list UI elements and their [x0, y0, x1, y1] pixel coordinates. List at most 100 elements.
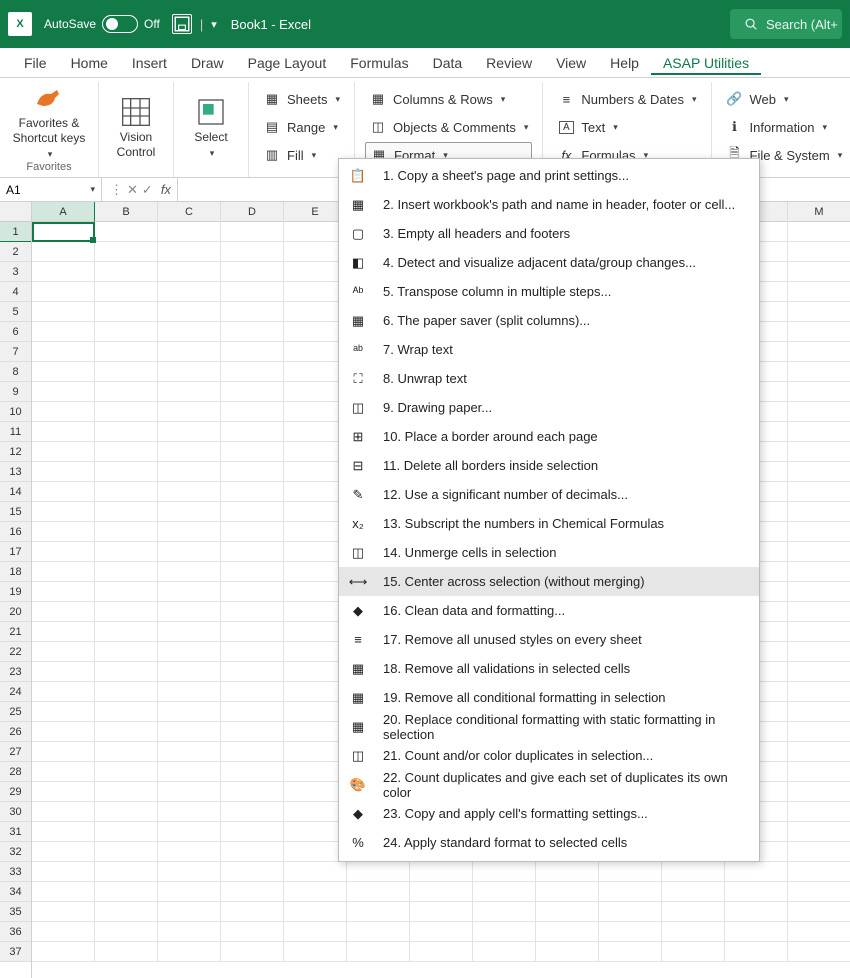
row-header[interactable]: 32	[0, 842, 31, 862]
row-header[interactable]: 20	[0, 602, 31, 622]
row-header[interactable]: 30	[0, 802, 31, 822]
menu-item-14[interactable]: ◫14. Unmerge cells in selection	[339, 538, 759, 567]
tab-file[interactable]: File	[12, 51, 59, 75]
column-header[interactable]: B	[95, 202, 158, 222]
column-header[interactable]: D	[221, 202, 284, 222]
name-box[interactable]: A1 ▾	[0, 178, 102, 201]
menu-item-18[interactable]: ▦18. Remove all validations in selected …	[339, 654, 759, 683]
row-header[interactable]: 18	[0, 562, 31, 582]
row-header[interactable]: 10	[0, 402, 31, 422]
text-button[interactable]: AText▾	[553, 114, 700, 140]
vision-control-button[interactable]: Vision Control	[109, 84, 163, 173]
menu-item-16[interactable]: ◆16. Clean data and formatting...	[339, 596, 759, 625]
row-header[interactable]: 22	[0, 642, 31, 662]
menu-item-19[interactable]: ▦19. Remove all conditional formatting i…	[339, 683, 759, 712]
save-button[interactable]	[172, 14, 192, 34]
dots-icon[interactable]: ⋮	[110, 182, 123, 198]
tab-formulas[interactable]: Formulas	[338, 51, 420, 75]
row-header[interactable]: 8	[0, 362, 31, 382]
menu-item-1[interactable]: 📋1. Copy a sheet's page and print settin…	[339, 161, 759, 190]
row-header[interactable]: 14	[0, 482, 31, 502]
menu-item-7[interactable]: ᵃᵇ7. Wrap text	[339, 335, 759, 364]
menu-item-23[interactable]: ◆23. Copy and apply cell's formatting se…	[339, 799, 759, 828]
row-header[interactable]: 17	[0, 542, 31, 562]
row-header[interactable]: 4	[0, 282, 31, 302]
tab-help[interactable]: Help	[598, 51, 651, 75]
tab-insert[interactable]: Insert	[120, 51, 179, 75]
tab-page-layout[interactable]: Page Layout	[236, 51, 339, 75]
menu-item-22[interactable]: 🎨22. Count duplicates and give each set …	[339, 770, 759, 799]
range-button[interactable]: ▤Range▾	[259, 114, 344, 140]
tab-data[interactable]: Data	[421, 51, 475, 75]
row-header[interactable]: 35	[0, 902, 31, 922]
favorites-button[interactable]: Favorites & Shortcut keys ▾	[10, 84, 88, 161]
column-header[interactable]: M	[788, 202, 850, 222]
row-header[interactable]: 26	[0, 722, 31, 742]
row-header[interactable]: 28	[0, 762, 31, 782]
objects-comments-button[interactable]: ◫Objects & Comments▾	[365, 114, 532, 140]
web-button[interactable]: 🔗Web▾	[722, 86, 847, 112]
menu-item-15[interactable]: ⟷15. Center across selection (without me…	[339, 567, 759, 596]
row-header[interactable]: 2	[0, 242, 31, 262]
menu-item-13[interactable]: x₂13. Subscript the numbers in Chemical …	[339, 509, 759, 538]
row-header[interactable]: 23	[0, 662, 31, 682]
menu-item-3[interactable]: ▢3. Empty all headers and footers	[339, 219, 759, 248]
autosave-toggle[interactable]: AutoSave Off	[44, 15, 160, 33]
select-button[interactable]: Select▾	[184, 84, 238, 173]
menu-item-21[interactable]: ◫21. Count and/or color duplicates in se…	[339, 741, 759, 770]
menu-item-17[interactable]: ≡17. Remove all unused styles on every s…	[339, 625, 759, 654]
column-header[interactable]: A	[32, 202, 95, 222]
menu-item-5[interactable]: ᴬᵇ5. Transpose column in multiple steps.…	[339, 277, 759, 306]
row-header[interactable]: 12	[0, 442, 31, 462]
tab-draw[interactable]: Draw	[179, 51, 236, 75]
row-header[interactable]: 24	[0, 682, 31, 702]
tab-view[interactable]: View	[544, 51, 598, 75]
row-header[interactable]: 27	[0, 742, 31, 762]
menu-item-8[interactable]: ⛶8. Unwrap text	[339, 364, 759, 393]
row-header[interactable]: 16	[0, 522, 31, 542]
qat-customize-button[interactable]: ▾	[211, 18, 217, 31]
row-header[interactable]: 11	[0, 422, 31, 442]
row-header[interactable]: 34	[0, 882, 31, 902]
column-header[interactable]: C	[158, 202, 221, 222]
menu-item-24[interactable]: %24. Apply standard format to selected c…	[339, 828, 759, 857]
row-header[interactable]: 15	[0, 502, 31, 522]
numbers-dates-button[interactable]: ≡Numbers & Dates▾	[553, 86, 700, 112]
menu-item-2[interactable]: ▦2. Insert workbook's path and name in h…	[339, 190, 759, 219]
tab-home[interactable]: Home	[59, 51, 120, 75]
menu-item-20[interactable]: ▦20. Replace conditional formatting with…	[339, 712, 759, 741]
tab-asap-utilities[interactable]: ASAP Utilities	[651, 51, 761, 75]
row-header[interactable]: 1	[0, 222, 31, 242]
row-header[interactable]: 13	[0, 462, 31, 482]
row-header[interactable]: 6	[0, 322, 31, 342]
row-header[interactable]: 19	[0, 582, 31, 602]
row-header[interactable]: 33	[0, 862, 31, 882]
row-header[interactable]: 9	[0, 382, 31, 402]
row-header[interactable]: 36	[0, 922, 31, 942]
menu-item-12[interactable]: ✎12. Use a significant number of decimal…	[339, 480, 759, 509]
menu-item-6[interactable]: ▦6. The paper saver (split columns)...	[339, 306, 759, 335]
row-header[interactable]: 5	[0, 302, 31, 322]
menu-item-label: 9. Drawing paper...	[383, 400, 492, 415]
row-header[interactable]: 29	[0, 782, 31, 802]
fx-icon[interactable]: fx	[161, 182, 177, 197]
cancel-icon[interactable]: ✕	[127, 182, 138, 198]
sheets-button[interactable]: ▦Sheets▾	[259, 86, 344, 112]
information-button[interactable]: ℹInformation▾	[722, 114, 847, 140]
menu-item-4[interactable]: ◧4. Detect and visualize adjacent data/g…	[339, 248, 759, 277]
tab-review[interactable]: Review	[474, 51, 544, 75]
row-header[interactable]: 21	[0, 622, 31, 642]
menu-item-11[interactable]: ⊟11. Delete all borders inside selection	[339, 451, 759, 480]
menu-item-10[interactable]: ⊞10. Place a border around each page	[339, 422, 759, 451]
confirm-icon[interactable]: ✓	[142, 182, 153, 198]
row-header[interactable]: 7	[0, 342, 31, 362]
row-header[interactable]: 37	[0, 942, 31, 962]
search-input[interactable]: Search (Alt+	[730, 9, 842, 39]
fill-button[interactable]: ▥Fill▾	[259, 142, 344, 168]
select-all-cell[interactable]	[0, 202, 31, 222]
row-header[interactable]: 3	[0, 262, 31, 282]
menu-item-9[interactable]: ◫9. Drawing paper...	[339, 393, 759, 422]
row-header[interactable]: 31	[0, 822, 31, 842]
row-header[interactable]: 25	[0, 702, 31, 722]
columns-rows-button[interactable]: ▦Columns & Rows▾	[365, 86, 532, 112]
